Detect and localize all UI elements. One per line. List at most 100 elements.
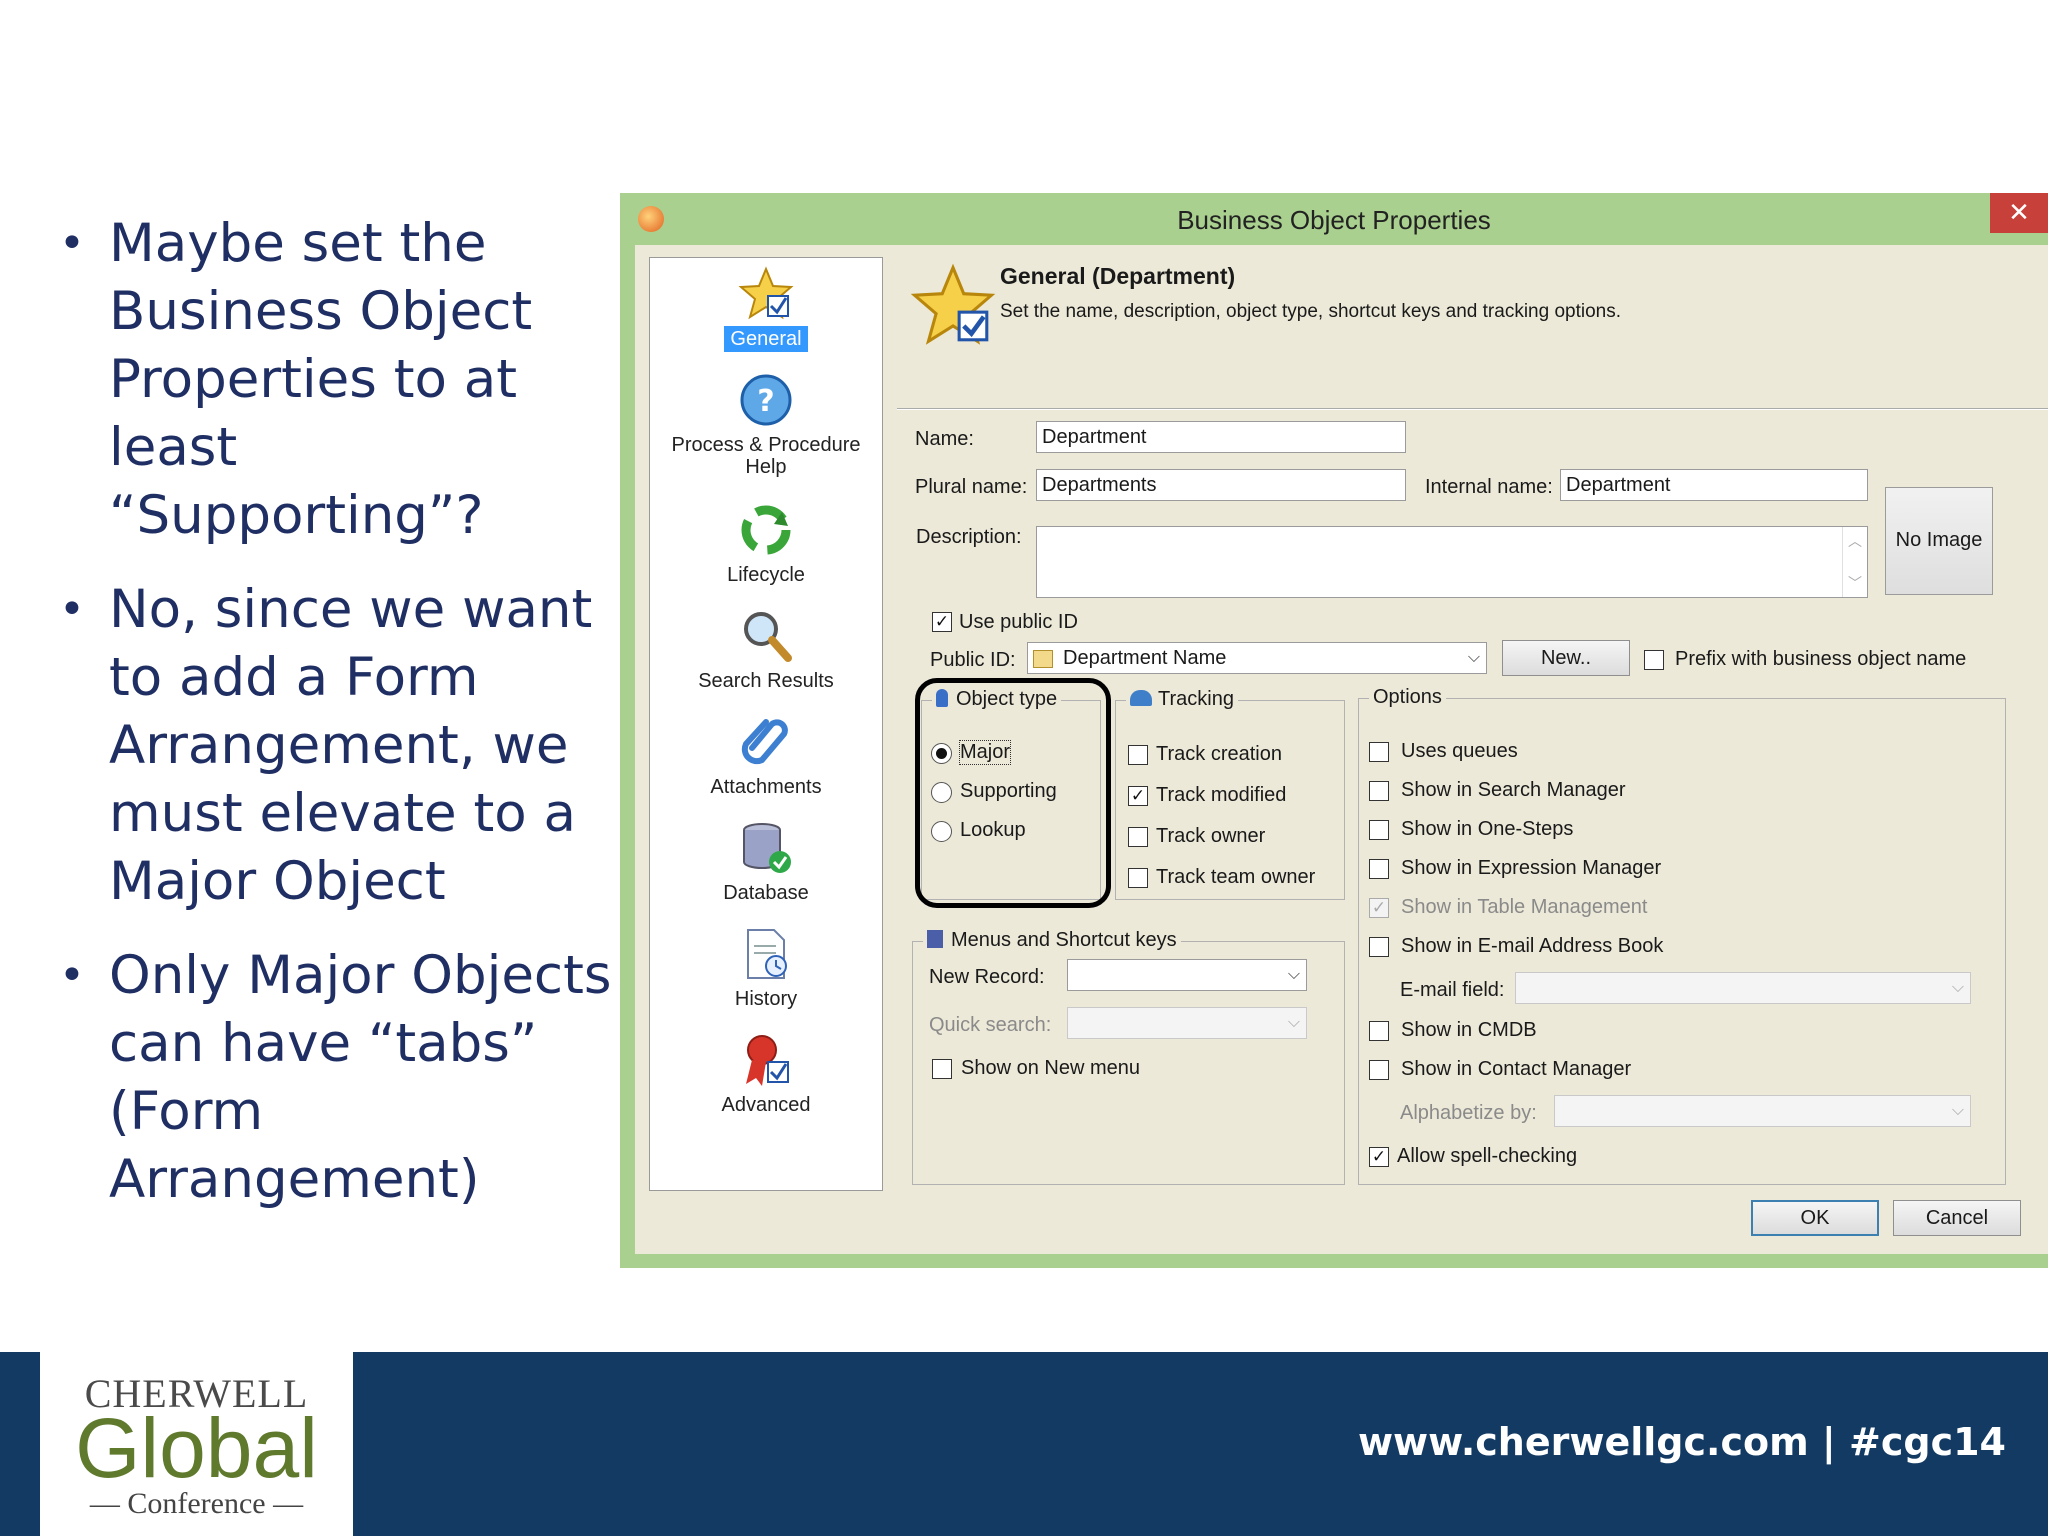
email-field-combo[interactable]: ⌵ <box>1515 972 1971 1004</box>
new-public-id-button[interactable]: New.. <box>1502 640 1630 676</box>
show-search-manager-label: Show in Search Manager <box>1401 779 1626 801</box>
star-check-icon <box>738 266 794 322</box>
show-expression-manager-checkbox[interactable] <box>1369 859 1389 879</box>
header-divider <box>897 408 2048 410</box>
options-legend: Options <box>1369 686 1446 709</box>
track-team-owner-label: Track team owner <box>1156 866 1316 888</box>
show-contact-manager-checkbox[interactable] <box>1369 1060 1389 1080</box>
track-team-owner-checkbox[interactable] <box>1128 868 1148 888</box>
bullet-dot: • <box>59 218 85 269</box>
internal-name-label: Internal name: <box>1425 476 1553 498</box>
show-table-management-label: Show in Table Management <box>1401 896 1648 918</box>
plural-name-field[interactable]: Departments <box>1036 469 1406 501</box>
show-cmdb-checkbox[interactable] <box>1369 1021 1389 1041</box>
window-title: Business Object Properties <box>1177 205 1491 235</box>
sidebar-item-label: Lifecycle <box>727 564 805 586</box>
track-owner-label: Track owner <box>1156 825 1266 847</box>
sidebar-item-lifecycle[interactable]: Lifecycle <box>650 502 882 588</box>
show-cmdb-label: Show in CMDB <box>1401 1019 1537 1041</box>
show-expression-manager-label: Show in Expression Manager <box>1401 857 1662 879</box>
show-one-steps-checkbox[interactable] <box>1369 820 1389 840</box>
uses-queues-checkbox[interactable] <box>1369 742 1389 762</box>
cancel-button[interactable]: Cancel <box>1893 1200 2021 1236</box>
track-modified-label: Track modified <box>1156 784 1287 806</box>
bullet-dot: • <box>59 950 85 1001</box>
show-email-address-book-checkbox[interactable] <box>1369 937 1389 957</box>
show-on-new-menu-checkbox[interactable] <box>932 1059 952 1079</box>
show-on-new-menu-label: Show on New menu <box>961 1057 1140 1079</box>
highlight-annotation <box>915 678 1111 908</box>
sidebar-item-history[interactable]: History <box>650 926 882 1012</box>
show-email-address-book-label: Show in E-mail Address Book <box>1401 935 1664 957</box>
sidebar-item-process-help[interactable]: ? Process & Procedure Help <box>650 372 882 480</box>
svg-text:?: ? <box>757 384 774 419</box>
logo-bottom-text: — Conference — <box>89 1487 304 1520</box>
sidebar-item-attachments[interactable]: Attachments <box>650 714 882 800</box>
use-public-id-checkbox[interactable]: ✓ <box>932 612 952 632</box>
field-icon <box>1033 649 1053 668</box>
sidebar-item-search-results[interactable]: Search Results <box>650 608 882 694</box>
plural-name-label: Plural name: <box>915 476 1028 498</box>
public-id-combo[interactable]: Department Name ⌵ <box>1027 642 1487 674</box>
quick-search-label: Quick search: <box>929 1014 1052 1036</box>
sidebar-item-general[interactable]: General <box>650 266 882 352</box>
general-header-icon <box>910 263 996 349</box>
chevron-down-icon[interactable]: ⌵ <box>1952 1100 1964 1122</box>
public-id-value: Department Name <box>1063 647 1227 669</box>
bullet-item: • No, since we want to add a Form Arrange… <box>55 576 615 916</box>
name-label: Name: <box>915 428 974 450</box>
scroll-up-icon[interactable]: ︿ <box>1848 531 1862 551</box>
show-table-management-checkbox: ✓ <box>1369 898 1389 918</box>
bullet-list: • Maybe set the Business Object Propertie… <box>55 210 615 1240</box>
track-creation-checkbox[interactable] <box>1128 745 1148 765</box>
conference-logo: CHERWELL Global — Conference — <box>40 1352 353 1536</box>
tracking-icon <box>1130 690 1152 706</box>
bullet-dot: • <box>59 584 85 635</box>
sidebar-item-label: General <box>724 326 808 352</box>
sidebar-item-label: Attachments <box>710 776 822 798</box>
database-icon <box>738 820 794 876</box>
name-field[interactable]: Department <box>1036 421 1406 453</box>
help-icon: ? <box>738 372 794 428</box>
sidebar-item-label: Search Results <box>698 670 834 692</box>
bullet-text: No, since we want to add a Form Arrangem… <box>109 579 593 912</box>
show-one-steps-label: Show in One-Steps <box>1401 818 1574 840</box>
chevron-down-icon[interactable]: ⌵ <box>1288 1012 1300 1034</box>
internal-name-field[interactable]: Department <box>1560 469 1868 501</box>
no-image-button[interactable]: No Image <box>1885 487 1993 595</box>
prefix-checkbox[interactable] <box>1644 650 1664 670</box>
uses-queues-label: Uses queues <box>1401 740 1518 762</box>
show-search-manager-checkbox[interactable] <box>1369 781 1389 801</box>
sidebar-item-label: History <box>734 988 798 1010</box>
sidebar-item-database[interactable]: Database <box>650 820 882 906</box>
track-modified-checkbox[interactable]: ✓ <box>1128 786 1148 806</box>
category-sidebar: General ? Process & Procedure Help Lifec… <box>649 257 883 1191</box>
sidebar-item-advanced[interactable]: Advanced <box>650 1032 882 1118</box>
description-label: Description: <box>916 526 1022 548</box>
dialog-client: General ? Process & Procedure Help Lifec… <box>635 245 2048 1254</box>
page-description: Set the name, description, object type, … <box>1000 301 1622 322</box>
alphabetize-by-label: Alphabetize by: <box>1400 1102 1537 1124</box>
description-field[interactable]: ︿ ﹀ <box>1036 526 1868 598</box>
close-button[interactable]: ✕ <box>1990 193 2048 233</box>
quick-search-combo[interactable]: ⌵ <box>1067 1007 1307 1039</box>
alphabetize-by-combo[interactable]: ⌵ <box>1554 1095 1971 1127</box>
bullet-text: Only Major Objects can have “tabs” (Form… <box>109 945 612 1210</box>
description-scrollbar[interactable]: ︿ ﹀ <box>1842 527 1867 597</box>
scroll-down-icon[interactable]: ﹀ <box>1848 573 1862 593</box>
bullet-item: • Maybe set the Business Object Propertie… <box>55 210 615 550</box>
menus-legend: Menus and Shortcut keys <box>923 929 1181 952</box>
chevron-down-icon[interactable]: ⌵ <box>1288 964 1300 986</box>
new-record-combo[interactable]: ⌵ <box>1067 959 1307 991</box>
logo-main-text: Global <box>75 1401 318 1495</box>
chevron-down-icon[interactable]: ⌵ <box>1952 977 1964 999</box>
page-title: General (Department) <box>1000 263 1236 289</box>
allow-spell-checking-label: Allow spell-checking <box>1397 1145 1578 1167</box>
chevron-down-icon[interactable]: ⌵ <box>1468 647 1480 669</box>
allow-spell-checking-checkbox[interactable]: ✓ <box>1369 1147 1389 1167</box>
sidebar-item-label: Advanced <box>721 1094 811 1116</box>
tracking-legend-text: Tracking <box>1158 688 1234 710</box>
track-owner-checkbox[interactable] <box>1128 827 1148 847</box>
title-bar[interactable]: Business Object Properties ✕ <box>620 193 2048 245</box>
ok-button[interactable]: OK <box>1751 1200 1879 1236</box>
